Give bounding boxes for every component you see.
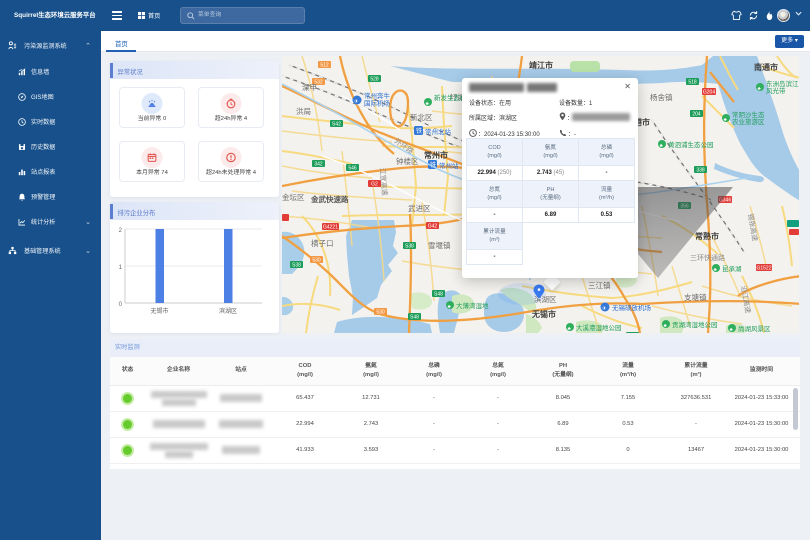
svg-text:无锡硕放机场: 无锡硕放机场 xyxy=(612,303,652,312)
svg-text:雪堰镇: 雪堰镇 xyxy=(428,240,451,250)
svg-text:G204: G204 xyxy=(703,90,715,96)
svg-text:518: 518 xyxy=(688,80,697,86)
svg-text:昆承湖: 昆承湖 xyxy=(722,264,742,273)
svg-text:常州站: 常州站 xyxy=(439,161,459,170)
svg-text:1: 1 xyxy=(119,265,123,271)
svg-text:S38: S38 xyxy=(292,263,301,269)
svg-text:靖江市: 靖江市 xyxy=(529,60,553,70)
svg-text:S48: S48 xyxy=(410,315,419,321)
svg-text:G2: G2 xyxy=(371,182,378,188)
svg-text:武进区: 武进区 xyxy=(408,203,431,213)
svg-text:三环快通路: 三环快通路 xyxy=(690,253,725,262)
svg-text:342: 342 xyxy=(314,162,323,168)
svg-text:无锡市: 无锡市 xyxy=(531,309,556,319)
svg-text:546: 546 xyxy=(348,166,357,172)
svg-text:农业旅游区: 农业旅游区 xyxy=(732,117,765,126)
svg-text:金武快速路: 金武快速路 xyxy=(310,194,349,204)
svg-text:530: 530 xyxy=(312,258,321,264)
svg-text:贡湖湾湿地公园: 贡湖湾湿地公园 xyxy=(672,320,718,329)
svg-text:G1522: G1522 xyxy=(756,266,771,272)
svg-text:G4221: G4221 xyxy=(323,225,338,231)
svg-text:大溪港湿地公园: 大溪港湿地公园 xyxy=(576,323,622,332)
svg-text:S38: S38 xyxy=(405,244,414,250)
svg-text:常州北站: 常州北站 xyxy=(425,127,452,136)
svg-text:洪局: 洪局 xyxy=(296,106,311,116)
svg-text:金坛区: 金坛区 xyxy=(282,192,305,202)
svg-text:三江镇: 三江镇 xyxy=(588,280,611,290)
svg-text:无锡市: 无锡市 xyxy=(150,307,168,315)
svg-text:✈: ✈ xyxy=(354,98,359,105)
svg-text:风光带: 风光带 xyxy=(766,86,786,95)
svg-text:常阴沙生态: 常阴沙生态 xyxy=(732,110,765,119)
svg-text:常熟市: 常熟市 xyxy=(695,231,719,241)
svg-text:新北区: 新北区 xyxy=(410,112,433,122)
svg-text:0: 0 xyxy=(119,302,123,308)
svg-text:528: 528 xyxy=(370,77,379,83)
svg-text:338: 338 xyxy=(696,168,705,174)
svg-text:东洲岛滨江: 东洲岛滨江 xyxy=(766,79,799,88)
svg-text:常州市: 常州市 xyxy=(424,150,448,160)
svg-text:溧甲: 溧甲 xyxy=(302,83,317,92)
svg-text:黄泗浦生态公园: 黄泗浦生态公园 xyxy=(668,140,714,149)
svg-text:512: 512 xyxy=(320,63,329,69)
svg-text:S42: S42 xyxy=(332,122,341,128)
svg-text:杨舍镇: 杨舍镇 xyxy=(650,92,673,102)
svg-text:国际机场: 国际机场 xyxy=(364,99,391,108)
svg-text:S48: S48 xyxy=(434,292,443,298)
svg-text:横子口: 横子口 xyxy=(311,238,334,248)
svg-text:常州奔牛: 常州奔牛 xyxy=(364,91,391,100)
svg-text:✈: ✈ xyxy=(602,305,607,312)
svg-text:2: 2 xyxy=(119,228,123,234)
svg-text:支塘镇: 支塘镇 xyxy=(684,292,707,302)
svg-text:铁: 铁 xyxy=(416,127,422,135)
svg-text:尚湖风景区: 尚湖风景区 xyxy=(738,324,771,333)
svg-text:204: 204 xyxy=(692,112,701,118)
svg-text:530: 530 xyxy=(376,310,385,316)
svg-text:南通市: 南通市 xyxy=(754,62,778,72)
svg-text:大薄湾湿地: 大薄湾湿地 xyxy=(456,301,489,310)
svg-text:G42: G42 xyxy=(428,224,438,230)
svg-text:滨湖区: 滨湖区 xyxy=(219,307,237,315)
